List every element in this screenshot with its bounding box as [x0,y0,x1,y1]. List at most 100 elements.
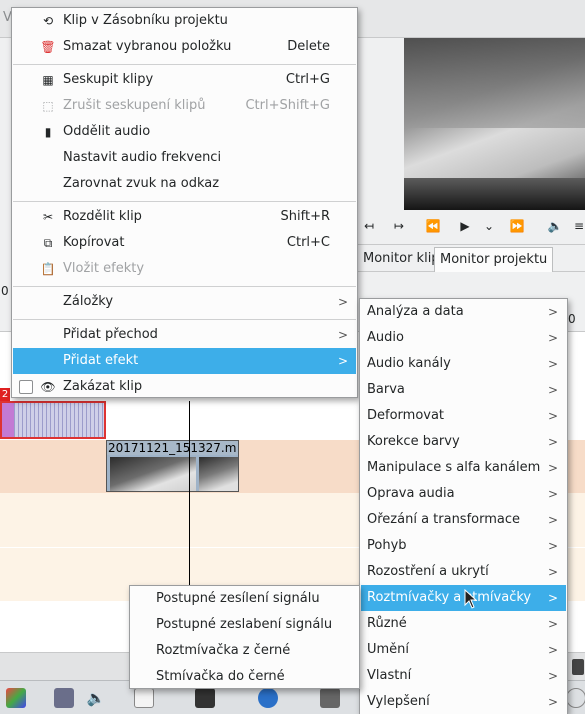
forward-icon[interactable]: ⏩ [508,217,526,235]
clip-name: 20171121_151327.m [107,441,238,455]
monitor-tabs: Monitor klipu Monitor projektu [358,244,585,272]
chevron-right-icon: > [547,669,558,683]
effect-fade-from-black[interactable]: Roztmívačka z černé [131,638,358,664]
volume-icon[interactable]: 🔈 [546,217,564,235]
monitor-controls: ↤ ↦ ⏪ ▶ ⌄ ⏩ 🔈 ≡ [358,210,585,244]
clip-color-marker [2,403,14,437]
effect-category-item[interactable]: Audio > [361,325,566,351]
ruler-start: 0 [1,284,9,298]
volume-tray-icon[interactable]: 🔈 [86,688,106,708]
ruler-end: 0 [568,312,576,326]
effect-category-item[interactable]: Korekce barvy > [361,429,566,455]
menu-item-add-transition[interactable]: Přidat přechod > [13,322,356,348]
chevron-right-icon: > [547,565,558,579]
effect-fade-to-black[interactable]: Stmívačka do černé [131,664,358,690]
effect-category-item[interactable]: Deformovat > [361,403,566,429]
rewind-icon[interactable]: ⏪ [424,217,442,235]
clip-bin-icon: ⟲ [42,14,54,28]
chevron-right-icon: > [337,295,348,309]
timeline-clip-video[interactable]: 20171121_151327.m [106,440,239,492]
chevron-right-icon: > [547,305,558,319]
clip-thumbnail-end [199,457,238,491]
mouse-cursor-icon [464,589,478,609]
menu-separator [13,286,356,287]
chevron-right-icon: > [547,695,558,709]
copy-icon: ⧉ [43,236,53,250]
user-tray-icon[interactable] [566,688,585,708]
terminal-task-icon[interactable] [195,688,215,708]
ungroup-icon: ⬚ [42,99,54,113]
menu-item-ungroup: ⬚ Zrušit seskupení klipů Ctrl+Shift+G [13,93,356,119]
scissors-icon: ✂ [42,210,54,224]
window-task-icon[interactable] [320,688,340,708]
effect-category-item[interactable]: Oprava audia > [361,481,566,507]
effect-category-item[interactable]: Různé > [361,611,566,637]
menu-separator [13,64,356,65]
clip-thumbnail-start [110,457,196,491]
playhead[interactable] [189,401,190,616]
clip-context-menu: ⟲ Klip v Zásobníku projektu 🗑 Smazat vyb… [11,7,358,398]
effect-category-item[interactable]: Pohyb > [361,533,566,559]
chevron-right-icon: > [547,591,558,605]
menu-icon[interactable]: ≡ [570,217,585,235]
fades-submenu: Postupné zesílení signálu Postupné zesla… [129,585,360,689]
effect-category-item[interactable]: Audio kanály > [361,351,566,377]
chevron-right-icon: > [547,643,558,657]
chevron-right-icon: > [547,461,558,475]
menu-item-split-audio[interactable]: ▮ Oddělit audio [13,119,356,145]
effect-category-item[interactable]: Analýza a data > [361,299,566,325]
chevron-right-icon: > [547,487,558,501]
menu-item-cut-clip[interactable]: ✂ Rozdělit klip Shift+R [13,204,356,230]
document-icon: ▮ [44,125,52,139]
group-icon: ▦ [42,73,54,87]
chevron-right-icon: > [547,383,558,397]
menu-item-add-effect[interactable]: Přidat efekt > [13,348,356,374]
effect-fade-out-audio[interactable]: Postupné zeslabení signálu [131,612,358,638]
effect-fade-in-audio[interactable]: Postupné zesílení signálu [131,586,358,612]
effect-category-item[interactable]: Ořezání a transformace > [361,507,566,533]
menu-item-clip-in-bin[interactable]: ⟲ Klip v Zásobníku projektu [13,8,356,34]
chevron-right-icon: > [547,331,558,345]
menu-item-copy[interactable]: ⧉ Kopírovat Ctrl+C [13,230,356,256]
effects-submenu: Analýza a data > Audio > Audio kanály > Bar… [359,298,568,714]
app-launcher-icon[interactable] [6,688,26,708]
effect-category-item[interactable]: Barva > [361,377,566,403]
play-icon[interactable]: ▶ [456,217,474,235]
disable-clip-checkbox[interactable] [19,380,33,394]
menu-item-audio-frequency[interactable]: Nastavit audio frekvenci [13,145,356,171]
chevron-right-icon: > [547,357,558,371]
clip-marker-badge: 2 [0,388,10,401]
timeline-clip-selected[interactable] [0,401,106,439]
browser-task-icon[interactable] [258,688,278,708]
effect-category-item[interactable]: Vylepšení > [361,689,566,714]
menu-item-group[interactable]: ▦ Seskupit klipy Ctrl+G [13,67,356,93]
video-monitor [404,38,585,210]
trash-icon: 🗑 [40,40,56,54]
kdenlive-task-icon[interactable] [54,688,74,708]
menu-item-markers[interactable]: Záložky > [13,289,356,315]
effect-category-item[interactable]: Manipulace s alfa kanálem > [361,455,566,481]
monitor-frame-shade [404,38,585,128]
chevron-right-icon: > [547,435,558,449]
menu-item-delete[interactable]: 🗑 Smazat vybranou položku Delete [13,34,356,60]
effect-category-item[interactable]: Rozostření a ukrytí > [361,559,566,585]
chevron-right-icon: > [547,409,558,423]
effect-category-item[interactable]: Vlastní > [361,663,566,689]
chevron-down-icon[interactable]: ⌄ [480,217,498,235]
menu-separator [13,201,356,202]
clip-waveform [14,403,104,437]
clipboard-icon: 📋 [40,262,56,276]
effect-category-item[interactable]: Umění > [361,637,566,663]
menu-item-disable-clip[interactable]: 👁 Zakázat klip [13,374,356,400]
status-tool-icon[interactable] [572,659,584,675]
set-out-icon[interactable]: ↦ [390,217,408,235]
set-in-icon[interactable]: ↤ [360,217,378,235]
eye-icon: 👁 [40,380,56,394]
menu-item-align-audio[interactable]: Zarovnat zvuk na odkaz [13,171,356,197]
chevron-right-icon: > [337,328,348,342]
chevron-right-icon: > [547,539,558,553]
document-task-icon[interactable] [134,688,154,708]
menu-separator [13,319,356,320]
chevron-right-icon: > [547,513,558,527]
tab-project-monitor[interactable]: Monitor projektu [434,247,554,272]
